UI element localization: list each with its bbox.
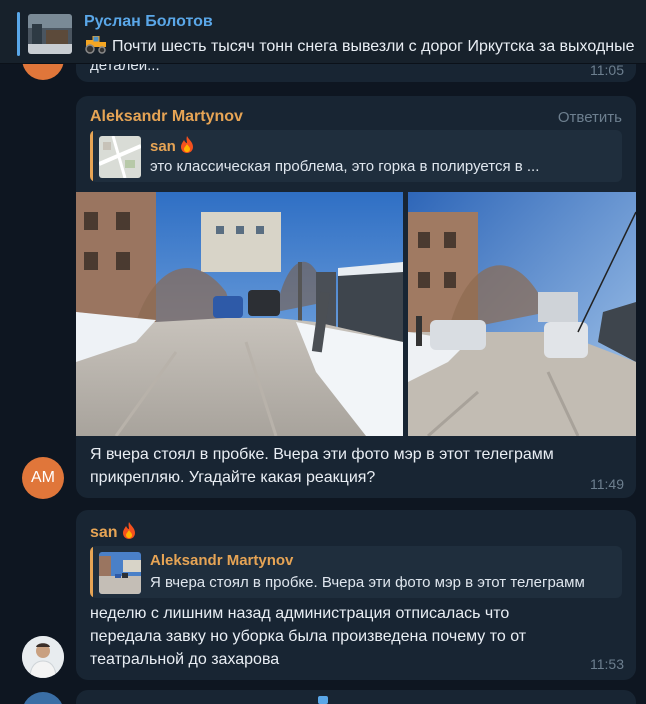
pinned-message-text: Почти шесть тысяч тонн снега вывезли с д…: [84, 35, 635, 59]
message-text-line: прикрепляю. Угадайте какая реакция?: [90, 469, 376, 486]
pinned-author-name: Руслан Болотов: [84, 13, 213, 30]
fire-icon: [122, 522, 136, 544]
message-bubble[interactable]: san Aleksandr Martynov Я вчера стоял в п…: [76, 510, 636, 680]
quote-accent-bar: [90, 130, 93, 182]
quote-text: это классическая проблема, это горка в п…: [150, 158, 540, 175]
avatar-initials: AM: [31, 469, 55, 486]
reply-button[interactable]: Ответить: [558, 109, 622, 126]
message-author-name: san: [90, 524, 118, 541]
reply-quote[interactable]: san это классическая проблема, это горка…: [90, 130, 622, 182]
quote-accent-bar: [90, 546, 93, 598]
partial-icon: [318, 696, 328, 704]
message-author[interactable]: Aleksandr Martynov: [90, 108, 243, 126]
message-time: 11:05: [590, 62, 624, 78]
pinned-text-content: Почти шесть тысяч тонн снега вывезли с д…: [112, 38, 635, 55]
message-text-line: неделю с лишним назад администрация отпи…: [90, 605, 510, 622]
quote-text: Я вчера стоял в пробке. Вчера эти фото м…: [150, 574, 585, 591]
message-text-line: театральной до захарова: [90, 651, 280, 668]
photo-street-2[interactable]: [408, 192, 636, 436]
pinned-accent-bar: [17, 12, 20, 56]
message-author[interactable]: san: [90, 522, 136, 544]
tractor-icon: [84, 35, 108, 59]
photo-street-1[interactable]: [76, 192, 403, 436]
photo-thumbnail: [99, 552, 141, 594]
quote-author-name: san: [150, 138, 176, 155]
message-time: 11:49: [590, 476, 624, 492]
reply-quote[interactable]: Aleksandr Martynov Я вчера стоял в пробк…: [90, 546, 622, 598]
message-text: неделю с лишним назад администрация отпи…: [90, 602, 526, 671]
avatar[interactable]: [22, 636, 64, 678]
quote-author: Aleksandr Martynov: [150, 552, 294, 569]
news-photo-thumbnail: [28, 14, 72, 54]
avatar[interactable]: [22, 692, 64, 704]
pinned-message-bar[interactable]: Руслан Болотов Почти шесть тысяч тонн сн…: [0, 0, 646, 64]
fire-icon: [180, 136, 194, 157]
avatar[interactable]: AM: [22, 457, 64, 499]
message-bubble[interactable]: [76, 690, 636, 704]
message-bubble[interactable]: Aleksandr Martynov Ответить san это клас…: [76, 96, 636, 498]
message-text-line: Я вчера стоял в пробке. Вчера эти фото м…: [90, 446, 554, 463]
message-text: Я вчера стоял в пробке. Вчера эти фото м…: [90, 443, 554, 489]
quote-author: san: [150, 136, 194, 157]
user-photo-icon: [22, 636, 64, 678]
message-text-line: передала завку но уборка была произведен…: [90, 628, 527, 645]
map-thumbnail: [99, 136, 141, 178]
message-time: 11:53: [590, 656, 624, 672]
